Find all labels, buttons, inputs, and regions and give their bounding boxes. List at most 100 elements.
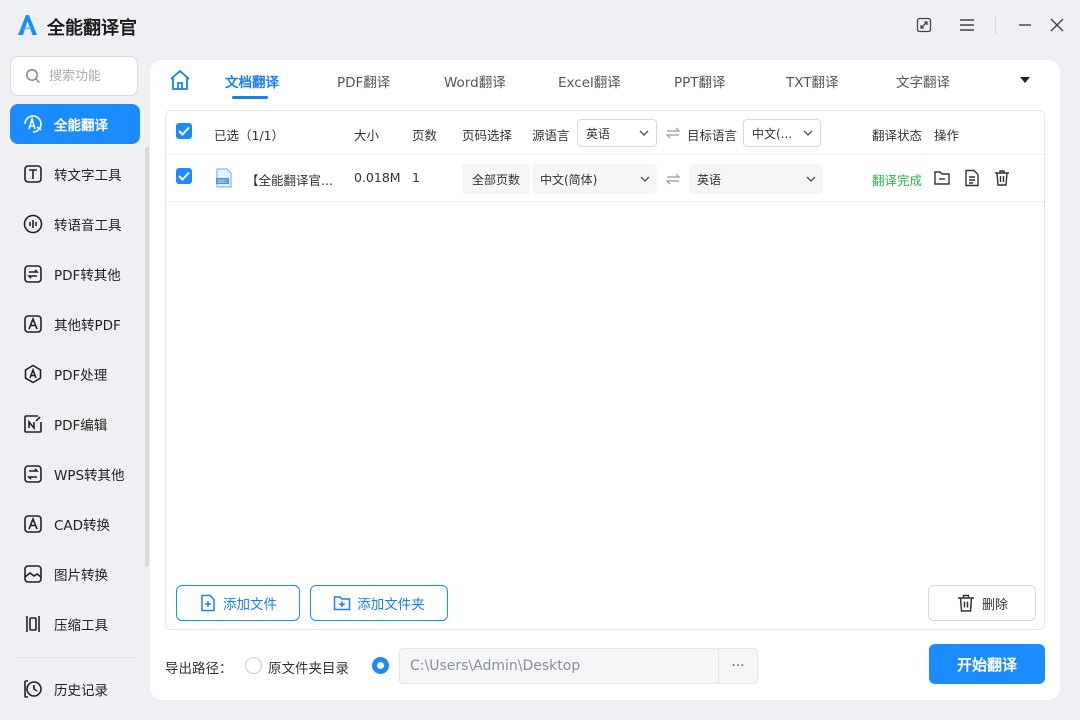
- target-language-batch-value: 中文(...: [752, 126, 793, 141]
- radio-original-folder[interactable]: [245, 657, 262, 674]
- sidebar-item-pdf-to-other[interactable]: PDF转其他: [10, 254, 140, 294]
- actions-header: 操作: [934, 128, 960, 143]
- sidebar-item-cad-convert[interactable]: CAD转换: [10, 504, 140, 544]
- svg-text:DOC: DOC: [217, 179, 227, 185]
- sidebar-item-label: 压缩工具: [54, 618, 108, 634]
- pages-header: 页数: [412, 128, 438, 143]
- cad-icon: [22, 513, 44, 535]
- main-panel: 文档翻译 PDF翻译 Word翻译 Excel翻译 PPT翻译 TXT翻译 文字…: [150, 60, 1060, 700]
- source-language-label: 源语言: [532, 128, 570, 143]
- menu-icon[interactable]: [956, 14, 978, 36]
- status-header: 翻译状态: [872, 128, 923, 143]
- trash-icon[interactable]: [992, 168, 1012, 188]
- delete-label: 删除: [981, 597, 1008, 613]
- selected-count: 已选（1/1）: [214, 128, 285, 143]
- tab-ppt-translate[interactable]: PPT翻译: [674, 71, 726, 91]
- swap-icon[interactable]: [666, 127, 680, 139]
- add-file-icon: [201, 594, 215, 612]
- tab-word-translate[interactable]: Word翻译: [444, 71, 506, 91]
- chevron-down-icon: [806, 176, 816, 182]
- export-path-row: 导出路径： 原文件夹目录 ···: [165, 648, 1045, 684]
- search-field[interactable]: [10, 56, 138, 96]
- translate-icon: [22, 113, 44, 135]
- history-icon: [22, 678, 44, 700]
- browse-path-button[interactable]: ···: [718, 648, 758, 684]
- export-path-input[interactable]: [410, 658, 710, 674]
- radio-custom-path[interactable]: [372, 657, 389, 674]
- delete-button[interactable]: 删除: [928, 585, 1036, 621]
- trash-icon: [957, 594, 974, 612]
- sidebar-scrollbar[interactable]: [145, 147, 149, 567]
- sidebar-item-compress[interactable]: 压缩工具: [10, 604, 140, 644]
- close-icon[interactable]: [1046, 14, 1068, 36]
- open-file-icon[interactable]: [962, 168, 982, 188]
- tab-document-translate[interactable]: 文档翻译: [225, 71, 279, 91]
- tab-excel-translate[interactable]: Excel翻译: [558, 71, 621, 91]
- export-path-field[interactable]: [399, 648, 719, 684]
- swap-icon[interactable]: [666, 173, 680, 185]
- select-all-checkbox[interactable]: [176, 123, 192, 139]
- tab-txt-translate[interactable]: TXT翻译: [786, 71, 839, 91]
- minimize-icon[interactable]: [1014, 14, 1036, 36]
- sidebar-item-other-to-pdf[interactable]: 其他转PDF: [10, 304, 140, 344]
- sidebar-item-pdf-process[interactable]: PDF处理: [10, 354, 140, 394]
- sidebar-item-translate[interactable]: 全能翻译: [10, 104, 140, 144]
- row-checkbox[interactable]: [176, 168, 192, 184]
- original-folder-label: 原文件夹目录: [268, 661, 349, 677]
- search-input[interactable]: [49, 68, 129, 84]
- chevron-down-icon: [640, 176, 650, 182]
- page-count: 1: [412, 170, 420, 185]
- sidebar-item-pdf-edit[interactable]: PDF编辑: [10, 404, 140, 444]
- sidebar-item-wps-to-other[interactable]: WPS转其他: [10, 454, 140, 494]
- sidebar-item-label: 转文字工具: [54, 168, 122, 184]
- sidebar-item-label: 全能翻译: [54, 118, 108, 134]
- source-language-batch-select[interactable]: 英语: [577, 119, 657, 147]
- title-bar: 全能翻译官: [0, 0, 1080, 52]
- sidebar-divider: [14, 657, 136, 658]
- tab-text-translate[interactable]: 文字翻译: [896, 71, 950, 91]
- app-logo-icon: [18, 15, 37, 35]
- source-language-select[interactable]: 中文(简体): [532, 164, 657, 194]
- wps-icon: [22, 463, 44, 485]
- sidebar-item-label: PDF编辑: [54, 418, 108, 434]
- text-icon: [22, 163, 44, 185]
- status-badge: 翻译完成: [872, 173, 923, 188]
- app-title: 全能翻译官: [47, 18, 137, 39]
- page-select-header: 页码选择: [462, 128, 513, 143]
- source-language-batch-value: 英语: [586, 126, 611, 141]
- image-icon: [22, 563, 44, 585]
- sidebar-item-label: PDF转其他: [54, 268, 121, 284]
- start-translate-button[interactable]: 开始翻译: [929, 644, 1045, 684]
- doc-file-icon: DOC: [216, 168, 232, 188]
- voice-icon: [22, 213, 44, 235]
- target-language-select[interactable]: 英语: [689, 164, 823, 194]
- compress-icon: [22, 613, 44, 635]
- add-file-button[interactable]: 添加文件: [176, 585, 300, 621]
- target-language-label: 目标语言: [687, 128, 738, 143]
- size-header: 大小: [354, 128, 380, 143]
- table-row: DOC 【全能翻译官... 0.018M 1 全部页数 中文(简体) 英语 翻译…: [166, 155, 1044, 202]
- tab-pdf-translate[interactable]: PDF翻译: [337, 71, 390, 91]
- sidebar-item-label: WPS转其他: [54, 468, 125, 484]
- sidebar-item-history[interactable]: 历史记录: [10, 669, 140, 709]
- open-folder-icon[interactable]: [932, 168, 952, 188]
- shrink-icon[interactable]: [913, 14, 935, 36]
- sidebar-item-voice-tool[interactable]: 转语音工具: [10, 204, 140, 244]
- pdf-convert-icon: [22, 263, 44, 285]
- target-language-batch-select[interactable]: 中文(...: [743, 119, 821, 147]
- home-icon[interactable]: [168, 68, 192, 92]
- source-language-value: 中文(简体): [540, 172, 598, 187]
- sidebar-item-image-convert[interactable]: 图片转换: [10, 554, 140, 594]
- sidebar-item-label: 图片转换: [54, 568, 108, 584]
- file-size: 0.018M: [354, 170, 401, 185]
- sidebar-item-text-tool[interactable]: 转文字工具: [10, 154, 140, 194]
- search-icon: [26, 69, 41, 84]
- to-pdf-icon: [22, 313, 44, 335]
- sidebar-item-label: 其他转PDF: [54, 318, 121, 334]
- file-table: 已选（1/1） 大小 页数 页码选择 源语言 英语 目标语言 中文(... 翻译…: [165, 110, 1045, 630]
- table-header: 已选（1/1） 大小 页数 页码选择 源语言 英语 目标语言 中文(... 翻译…: [166, 111, 1044, 155]
- page-select-button[interactable]: 全部页数: [462, 164, 530, 194]
- pdf-process-icon: [22, 363, 44, 385]
- caret-down-icon[interactable]: [1018, 73, 1032, 87]
- add-folder-button[interactable]: 添加文件夹: [310, 585, 448, 621]
